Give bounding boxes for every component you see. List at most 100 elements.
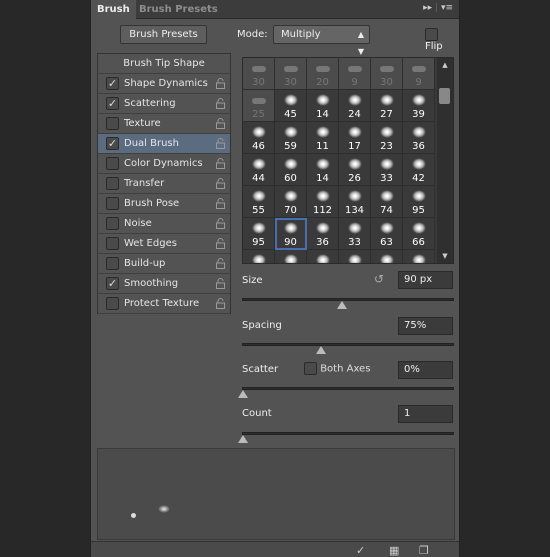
brush-tip[interactable]: 11 [307, 122, 339, 154]
scroll-thumb[interactable] [439, 88, 450, 104]
both-axes-checkbox[interactable]: Both Axes [304, 362, 370, 375]
flip-checkbox[interactable]: Flip [421, 28, 459, 52]
scatter-slider[interactable] [238, 387, 454, 398]
slider-knob[interactable] [238, 390, 248, 398]
grid-scrollbar[interactable]: ▲ ▼ [437, 58, 453, 263]
slider-knob[interactable] [336, 301, 347, 309]
lock-icon[interactable] [216, 178, 225, 189]
brush-tip[interactable]: 27 [371, 90, 403, 122]
brush-tip[interactable]: 20 [307, 58, 339, 90]
lock-icon[interactable] [216, 98, 225, 109]
brush-tip[interactable]: 95 [243, 218, 275, 250]
brush-tip[interactable]: 23 [371, 122, 403, 154]
brush-tip[interactable] [339, 250, 371, 263]
checkbox[interactable] [106, 217, 119, 230]
checkbox[interactable] [106, 257, 119, 270]
lock-icon[interactable] [216, 298, 225, 309]
slider-knob[interactable] [315, 346, 326, 354]
panel-menu-icon[interactable]: ▾≡ [441, 3, 453, 13]
brush-tip[interactable]: 9 [339, 58, 371, 90]
reset-icon[interactable]: ↺ [374, 272, 384, 286]
lock-icon[interactable] [216, 78, 225, 89]
checkbox[interactable]: ✓ [106, 137, 119, 150]
setting-item[interactable]: ✓ Scattering [98, 94, 230, 114]
checkbox[interactable] [106, 237, 119, 250]
brush-tip[interactable]: 66 [403, 218, 435, 250]
lock-icon[interactable] [216, 158, 225, 169]
mode-select[interactable]: Multiply ▲ ▼ [273, 25, 370, 56]
brush-tip[interactable]: 74 [371, 186, 403, 218]
setting-item[interactable]: Wet Edges [98, 234, 230, 254]
size-slider[interactable] [242, 298, 454, 309]
brush-tip[interactable]: 70 [275, 186, 307, 218]
setting-item[interactable]: Texture [98, 114, 230, 134]
brush-tip[interactable] [307, 250, 339, 263]
brush-tip[interactable]: 63 [371, 218, 403, 250]
setting-item[interactable]: Brush Pose [98, 194, 230, 214]
brush-tip[interactable]: 134 [339, 186, 371, 218]
brush-tip[interactable]: 46 [243, 122, 275, 154]
tab-brush[interactable]: Brush [91, 0, 136, 19]
brush-tip[interactable]: 14 [307, 154, 339, 186]
checkbox[interactable] [106, 177, 119, 190]
checkbox[interactable]: ✓ [106, 77, 119, 90]
setting-item[interactable]: Protect Texture [98, 294, 230, 314]
spacing-input[interactable]: 75% [398, 317, 453, 335]
brush-tip[interactable]: 14 [307, 90, 339, 122]
lock-icon[interactable] [216, 218, 225, 229]
brush-tip[interactable]: 95 [403, 186, 435, 218]
lock-icon[interactable] [216, 198, 225, 209]
slider-knob[interactable] [238, 435, 248, 443]
count-input[interactable]: 1 [398, 405, 453, 423]
checkbox[interactable]: ✓ [106, 277, 119, 290]
brush-tip[interactable]: 30 [243, 58, 275, 90]
setting-item[interactable]: Brush Tip Shape [98, 54, 230, 74]
brush-tip[interactable]: 30 [371, 58, 403, 90]
setting-item[interactable]: Transfer [98, 174, 230, 194]
brush-tip[interactable]: 55 [243, 186, 275, 218]
lock-icon[interactable] [216, 238, 225, 249]
brush-tip[interactable] [243, 250, 275, 263]
lock-icon[interactable] [216, 138, 225, 149]
brush-tip[interactable] [275, 250, 307, 263]
setting-item[interactable]: Build-up [98, 254, 230, 274]
lock-icon[interactable] [216, 278, 225, 289]
setting-item[interactable]: Color Dynamics [98, 154, 230, 174]
scroll-up-icon[interactable]: ▲ [437, 61, 453, 69]
brush-tip[interactable] [371, 250, 403, 263]
scroll-down-icon[interactable]: ▼ [437, 252, 453, 260]
setting-item[interactable]: ✓ Shape Dynamics [98, 74, 230, 94]
brush-tip[interactable]: 42 [403, 154, 435, 186]
checkbox[interactable] [304, 362, 317, 375]
tab-brush-presets[interactable]: Brush Presets [133, 0, 224, 19]
spacing-slider[interactable] [242, 343, 454, 354]
toggle-live-tip-icon[interactable]: ✓ [356, 544, 365, 557]
brush-tip[interactable]: 36 [307, 218, 339, 250]
checkbox[interactable] [106, 157, 119, 170]
brush-tip[interactable]: 112 [307, 186, 339, 218]
brush-tip[interactable]: 17 [339, 122, 371, 154]
lock-icon[interactable] [216, 258, 225, 269]
brush-tip[interactable] [403, 250, 435, 263]
count-slider[interactable] [238, 432, 454, 443]
brush-tip[interactable]: 90 [275, 218, 307, 250]
setting-item[interactable]: ✓ Dual Brush [98, 134, 230, 154]
new-brush-icon[interactable]: ❐ [419, 544, 429, 557]
brush-tip[interactable]: 39 [403, 90, 435, 122]
brush-tip[interactable]: 9 [403, 58, 435, 90]
collapse-icon[interactable]: ▸▸ [423, 3, 432, 13]
grid-icon[interactable]: ▦ [389, 544, 399, 557]
brush-presets-button[interactable]: Brush Presets [120, 25, 207, 44]
lock-icon[interactable] [216, 118, 225, 129]
brush-tip[interactable]: 24 [339, 90, 371, 122]
brush-tip[interactable]: 25 [243, 90, 275, 122]
brush-tip[interactable]: 36 [403, 122, 435, 154]
setting-item[interactable]: Noise [98, 214, 230, 234]
brush-tip[interactable]: 44 [243, 154, 275, 186]
checkbox[interactable] [106, 297, 119, 310]
brush-tip[interactable]: 26 [339, 154, 371, 186]
size-input[interactable]: 90 px [398, 271, 453, 289]
brush-tip[interactable]: 60 [275, 154, 307, 186]
brush-tip[interactable]: 45 [275, 90, 307, 122]
brush-tip[interactable]: 30 [275, 58, 307, 90]
